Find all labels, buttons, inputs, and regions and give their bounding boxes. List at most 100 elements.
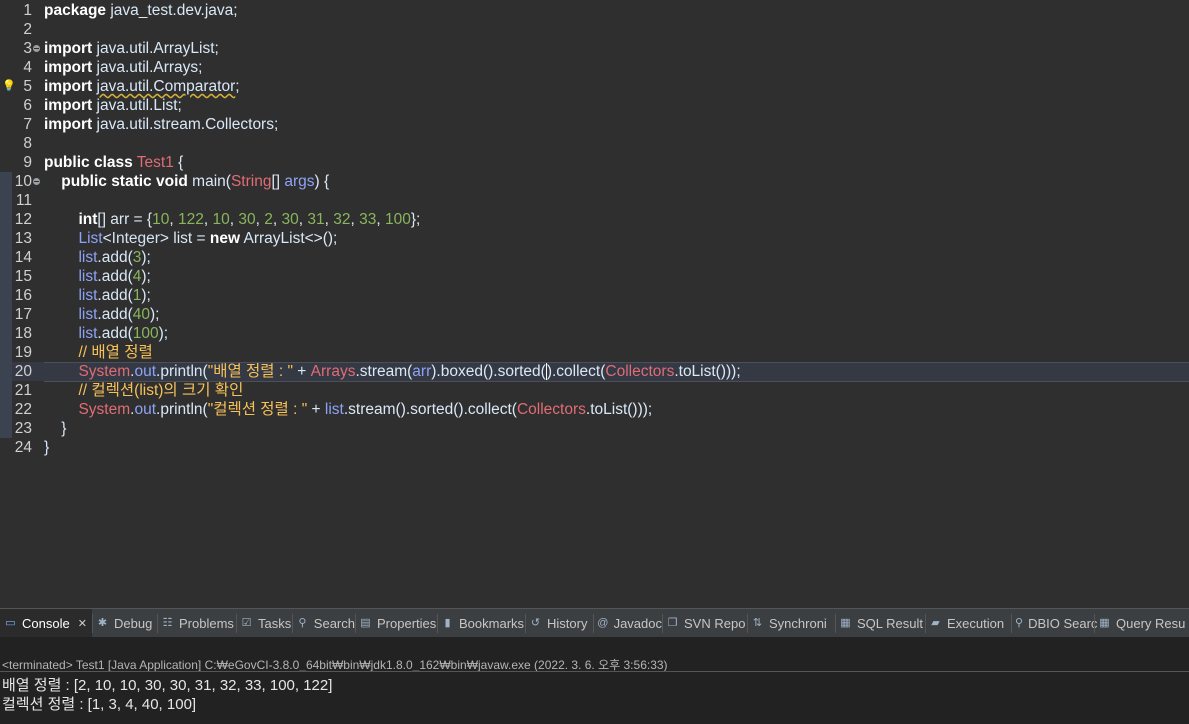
code-line[interactable]: 16 list.add(1); bbox=[0, 286, 1189, 305]
code-token: + bbox=[292, 363, 311, 380]
tab-label: Console bbox=[22, 616, 70, 631]
code-token: ArrayList<>(); bbox=[240, 230, 338, 247]
code-line[interactable]: 2 bbox=[0, 20, 1189, 39]
code-text: list.add(4); bbox=[44, 267, 151, 286]
code-token: 30 bbox=[238, 211, 256, 228]
code-token: // 컬렉션(list)의 크기 확인 bbox=[78, 382, 244, 399]
code-line[interactable]: 22 System.out.println("컬렉션 정렬 : " + list… bbox=[0, 400, 1189, 419]
tab-separator bbox=[835, 614, 836, 633]
code-token: }; bbox=[410, 211, 421, 228]
tab-console[interactable]: ▭ Console ✕ bbox=[0, 609, 92, 638]
console-output-line: 컬렉션 정렬 : [1, 3, 4, 40, 100] bbox=[2, 696, 197, 713]
code-editor[interactable]: 1 package java_test.dev.java; 2 3 import jav… bbox=[0, 0, 1189, 608]
code-line[interactable]: 8 bbox=[0, 134, 1189, 153]
code-line[interactable]: 13 List<Integer> list = new ArrayList<>(… bbox=[0, 229, 1189, 248]
code-token: "배열 정렬 : " bbox=[207, 363, 293, 380]
code-line[interactable]: 15 list.add(4); bbox=[0, 267, 1189, 286]
code-token: Collectors bbox=[605, 363, 675, 380]
console-divider bbox=[0, 671, 1189, 672]
code-text: package java_test.dev.java; bbox=[44, 1, 238, 20]
line-number: 16 bbox=[14, 287, 32, 304]
code-line[interactable]: 17 list.add(40); bbox=[0, 305, 1189, 324]
tab-javadoc[interactable]: @ Javadoc bbox=[593, 609, 662, 638]
code-token: . bbox=[130, 363, 135, 380]
code-token: import bbox=[44, 78, 93, 95]
tab-label: SVN Repo bbox=[684, 616, 746, 631]
code-token: .println( bbox=[156, 363, 208, 380]
fold-toggle-icon[interactable] bbox=[33, 178, 40, 185]
tab-debug[interactable]: ✱ Debug bbox=[92, 609, 157, 638]
tab-bookmarks[interactable]: ▮ Bookmarks bbox=[437, 609, 525, 638]
tab-synchroni[interactable]: ⇅ Synchroni bbox=[747, 609, 835, 638]
code-line[interactable]: 10 public static void main(String[] args… bbox=[0, 172, 1189, 191]
code-line[interactable]: 5 💡 import java.util.Comparator; bbox=[0, 77, 1189, 96]
tab-separator bbox=[236, 614, 237, 633]
code-token: 2 bbox=[264, 211, 273, 228]
code-line[interactable]: 1 package java_test.dev.java; bbox=[0, 1, 1189, 20]
console-output-panel[interactable]: <terminated> Test1 [Java Application] C:… bbox=[0, 637, 1189, 724]
code-line[interactable]: 3 import java.util.ArrayList; bbox=[0, 39, 1189, 58]
code-line[interactable]: 11 bbox=[0, 191, 1189, 210]
code-token: Integer bbox=[111, 230, 160, 247]
code-token: .toList())); bbox=[585, 401, 653, 418]
debug-icon: ✱ bbox=[97, 617, 108, 629]
code-line[interactable]: 7 import java.util.stream.Collectors; bbox=[0, 115, 1189, 134]
tab-separator bbox=[1011, 614, 1012, 633]
code-text: public class Test1 { bbox=[44, 153, 183, 172]
code-line[interactable]: 21 // 컬렉션(list)의 크기 확인 bbox=[0, 381, 1189, 400]
code-line[interactable]: 14 list.add(3); bbox=[0, 248, 1189, 267]
code-line[interactable]: 12 int[] arr = {10, 122, 10, 30, 2, 30, … bbox=[0, 210, 1189, 229]
sql-result-icon: ▦ bbox=[840, 617, 851, 629]
code-text: int[] arr = {10, 122, 10, 30, 2, 30, 31,… bbox=[44, 210, 420, 229]
tab-svn-repo[interactable]: ❐ SVN Repo bbox=[662, 609, 747, 638]
code-line[interactable]: 24} bbox=[0, 438, 1189, 457]
tab-label: Problems bbox=[179, 616, 234, 631]
tab-tasks[interactable]: ☑ Tasks bbox=[236, 609, 292, 638]
javadoc-icon: @ bbox=[597, 617, 609, 629]
synchronize-icon: ⇅ bbox=[752, 617, 763, 629]
code-line[interactable]: 4 import java.util.Arrays; bbox=[0, 58, 1189, 77]
tab-problems[interactable]: ☷ Problems bbox=[157, 609, 236, 638]
code-token: main( bbox=[187, 173, 231, 190]
text-cursor bbox=[545, 363, 547, 381]
tab-query-resu[interactable]: ▦ Query Resu bbox=[1094, 609, 1189, 638]
tab-history[interactable]: ↺ History bbox=[525, 609, 593, 638]
tab-label: History bbox=[547, 616, 588, 631]
tab-label: Debug bbox=[114, 616, 153, 631]
line-number: 11 bbox=[15, 192, 32, 209]
code-token: out bbox=[134, 363, 157, 380]
code-line[interactable]: 6 import java.util.List; bbox=[0, 96, 1189, 115]
close-icon[interactable]: ✕ bbox=[78, 617, 87, 630]
code-token: Arrays bbox=[310, 363, 356, 380]
code-token: ); bbox=[141, 268, 151, 285]
problems-icon: ☷ bbox=[162, 617, 173, 629]
tab-properties[interactable]: ▤ Properties bbox=[355, 609, 437, 638]
quick-fix-lightbulb-icon[interactable]: 💡 bbox=[2, 77, 16, 96]
code-token: .stream().sorted().collect( bbox=[343, 401, 517, 418]
code-line[interactable]: 9 public class Test1 { bbox=[0, 153, 1189, 172]
tab-sql-result[interactable]: ▦ SQL Result bbox=[835, 609, 925, 638]
code-token: 31 bbox=[307, 211, 325, 228]
code-text: // 배열 정렬 bbox=[44, 343, 153, 362]
code-line[interactable]: 20 System.out.println("배열 정렬 : " + Array… bbox=[0, 362, 1189, 382]
code-token: java.util.stream.Collectors; bbox=[92, 116, 279, 133]
code-line[interactable]: 19 // 배열 정렬 bbox=[0, 343, 1189, 362]
properties-icon: ▤ bbox=[360, 617, 371, 629]
code-token: } bbox=[44, 439, 50, 456]
code-line[interactable]: 18 list.add(100); bbox=[0, 324, 1189, 343]
line-number: 12 bbox=[14, 211, 32, 228]
tab-dbio-searc[interactable]: ⚲ DBIO Searc bbox=[1011, 609, 1097, 638]
code-token: System bbox=[78, 363, 131, 380]
line-number: 22 bbox=[14, 401, 32, 418]
code-line[interactable]: 23 } bbox=[0, 419, 1189, 438]
tab-execution[interactable]: ▰ Execution bbox=[925, 609, 1011, 638]
code-token: arr bbox=[412, 363, 432, 380]
fold-toggle-icon[interactable] bbox=[33, 45, 40, 52]
line-number: 23 bbox=[14, 420, 32, 437]
tab-separator bbox=[1094, 614, 1095, 633]
code-token: // 배열 정렬 bbox=[78, 344, 153, 361]
tab-search[interactable]: ⚲ Search bbox=[292, 609, 355, 638]
